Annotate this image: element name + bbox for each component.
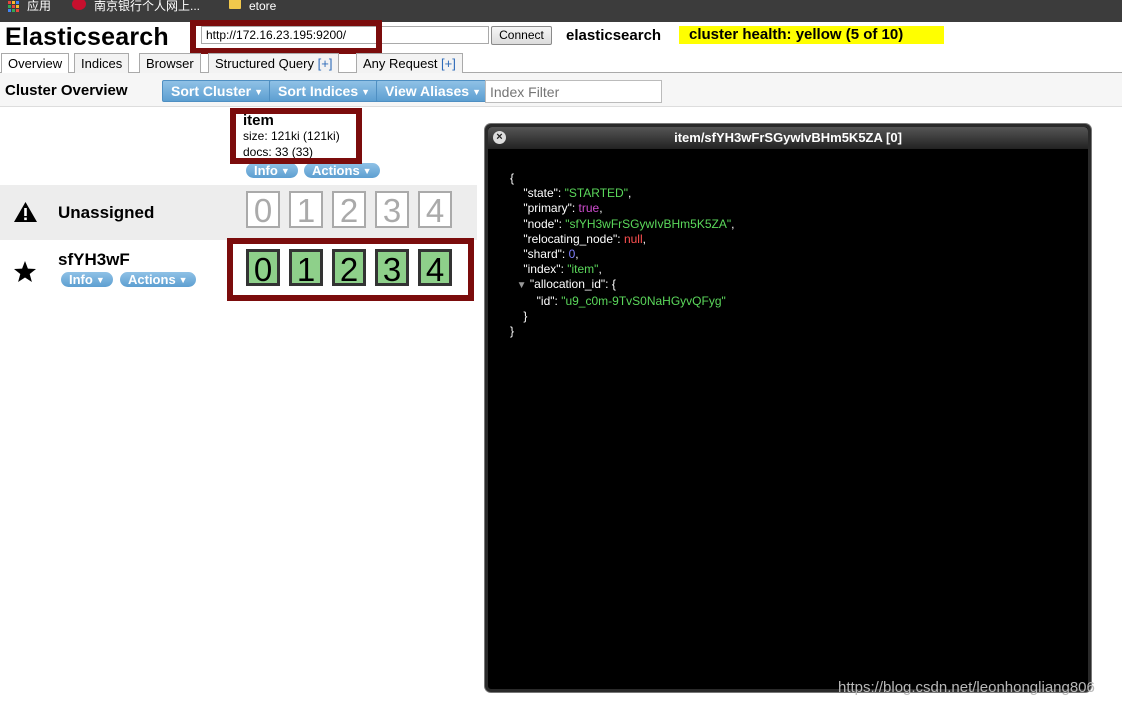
index-actions-label: Actions (312, 163, 360, 178)
node-info-label: Info (69, 272, 93, 287)
url-highlight-frame (190, 20, 382, 54)
caret-down-icon: ▼ (280, 166, 290, 176)
shards-highlight-frame (227, 238, 474, 301)
caret-down-icon: ▼ (95, 275, 105, 285)
unassigned-shard[interactable]: 3 (375, 191, 409, 229)
json-viewer: { "state": "STARTED", "primary": true, "… (510, 171, 735, 339)
json-key: "state" (523, 186, 558, 201)
tab-overview[interactable]: Overview (1, 53, 70, 74)
close-icon[interactable]: × (493, 131, 506, 144)
json-key: "allocation_id" (529, 277, 606, 292)
json-bool: true (578, 201, 600, 216)
caret-down-icon: ▼ (362, 166, 372, 176)
tab-label: Indices (81, 56, 123, 71)
unassigned-shard[interactable]: 2 (332, 191, 366, 229)
star-icon (14, 261, 36, 282)
tab-label: Browser (146, 56, 194, 71)
json-key: "relocating_node" (523, 231, 618, 246)
node-actions-label: Actions (128, 272, 176, 287)
node-actions-button[interactable]: Actions ▼ (120, 272, 196, 287)
unassigned-shard[interactable]: 0 (246, 191, 280, 229)
tab-label: Structured Query (215, 56, 318, 71)
json-string: "STARTED" (564, 186, 628, 201)
apps-grid-dot (8, 0, 11, 4)
apps-grid-dot (12, 0, 15, 4)
caret-down-icon: ▼ (472, 87, 481, 97)
bank-logo-icon (72, 0, 86, 10)
tab-any-request[interactable]: Any Request [+] (356, 53, 463, 73)
apps-grid-dot (12, 8, 15, 12)
json-string: "u9_c0m-9TvS0NaHGyvQFyg" (561, 293, 726, 308)
view-aliases-label: View Aliases (385, 83, 470, 99)
json-key: "index" (523, 262, 561, 277)
dialog-title: item/sfYH3wFrSGywIvBHm5K5ZA [0] (488, 127, 1088, 149)
tab-label: Any Request (363, 56, 442, 71)
app-title: Elasticsearch (5, 23, 169, 51)
json-brace: { (510, 171, 515, 185)
tab-structured-query[interactable]: Structured Query [+] (208, 53, 340, 73)
sort-cluster-label: Sort Cluster (171, 83, 252, 99)
apps-grid-dot (16, 8, 19, 12)
warning-icon (14, 202, 37, 222)
json-key: "id" (536, 293, 555, 308)
node-name: sfYH3wF (58, 250, 130, 269)
tab-plus: [+] (441, 56, 456, 71)
watermark: https://blog.csdn.net/leonhongliang806 (838, 679, 1095, 696)
index-highlight-frame (230, 108, 362, 164)
bookmark-bank[interactable]: 南京银行个人网上... (72, 0, 200, 12)
index-actions-button[interactable]: Actions ▼ (304, 163, 380, 178)
json-key: "primary" (523, 201, 572, 216)
tab-indices[interactable]: Indices (74, 53, 130, 73)
node-info-button[interactable]: Info ▼ (61, 272, 113, 287)
unassigned-shard[interactable]: 1 (289, 191, 323, 229)
json-string: "sfYH3wFrSGywIvBHm5K5ZA" (565, 216, 732, 231)
connect-button[interactable]: Connect (491, 26, 552, 45)
tab-plus: [+] (317, 56, 333, 71)
bookmark-apps[interactable]: 应用 (8, 0, 51, 12)
bookmark-bank-label: 南京银行个人网上... (94, 0, 201, 13)
json-null: null (623, 231, 643, 246)
main-tabs: Overview Indices Browser Structured Quer… (0, 53, 1122, 74)
index-info-button[interactable]: Info ▼ (246, 163, 298, 178)
json-brace: } (510, 324, 515, 339)
index-info-label: Info (254, 163, 278, 178)
cluster-toolbar: Cluster Overview Sort Cluster ▼ Sort Indi… (0, 73, 1122, 107)
tab-label: Overview (8, 56, 63, 71)
cluster-name: elasticsearch (566, 27, 662, 44)
apps-grid-dot (12, 4, 15, 8)
json-key: "node" (523, 216, 559, 231)
unassigned-label: Unassigned (58, 203, 155, 222)
sort-indices-label: Sort Indices (278, 83, 359, 99)
json-number: 0 (568, 247, 576, 262)
bookmark-folder[interactable]: etore (229, 0, 276, 12)
bookmark-folder-label: etore (249, 0, 277, 13)
sort-cluster-button[interactable]: Sort Cluster ▼ (162, 80, 273, 102)
caret-down-icon: ▼ (361, 87, 371, 97)
caret-down-icon: ▼ (254, 87, 264, 97)
view-aliases-button[interactable]: View Aliases ▼ (376, 80, 490, 102)
section-title: Cluster Overview (5, 82, 128, 99)
tab-browser[interactable]: Browser (139, 53, 201, 73)
apps-grid-dot (8, 4, 11, 8)
cluster-health-badge: cluster health: yellow (5 of 10) (679, 26, 944, 44)
apps-grid-dot (8, 8, 11, 12)
shard-json-dialog: item/sfYH3wFrSGywIvBHm5K5ZA [0] × { "sta… (485, 124, 1091, 692)
index-filter-input[interactable] (485, 80, 662, 103)
bookmarks-bar: 应用 南京银行个人网上... etore (0, 0, 1122, 22)
bookmark-apps-label: 应用 (27, 0, 52, 13)
folder-icon (229, 0, 241, 9)
sort-indices-button[interactable]: Sort Indices ▼ (269, 80, 380, 102)
apps-grid-icon (8, 0, 19, 12)
apps-grid-dot (16, 4, 19, 8)
unassigned-shard[interactable]: 4 (418, 191, 452, 229)
json-string: "item" (567, 262, 599, 277)
apps-grid-dot (16, 0, 19, 4)
collapse-triangle-icon[interactable]: ▼ (517, 280, 527, 291)
json-key: "shard" (523, 247, 562, 262)
json-brace: } (523, 308, 528, 323)
caret-down-icon: ▼ (178, 275, 188, 285)
